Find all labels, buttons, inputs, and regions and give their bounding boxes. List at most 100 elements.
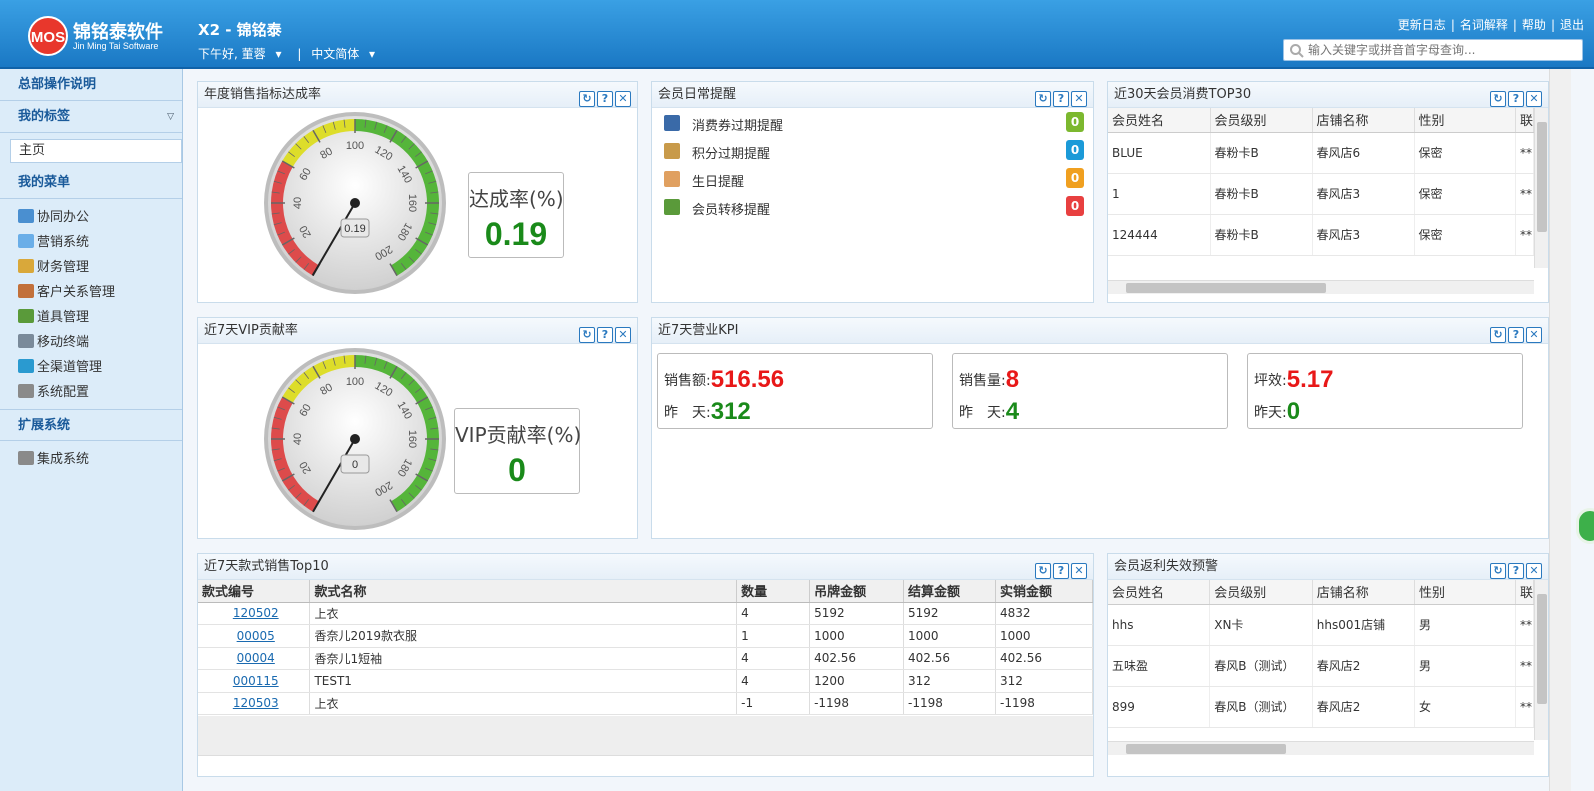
sidebar-section-help[interactable]: 总部操作说明 xyxy=(0,69,182,101)
table-row[interactable]: 120503 上衣 -1 -1198 -1198 -1198 xyxy=(198,692,1093,715)
table-header-row: 款式编号 款式名称 数量 吊牌金额 结算金额 实销金额 xyxy=(198,580,1093,603)
style-code-link[interactable]: 120502 xyxy=(233,606,279,620)
close-icon[interactable]: ✕ xyxy=(1071,91,1087,107)
sidebar-item[interactable]: 协同办公 xyxy=(18,205,182,230)
close-icon[interactable]: ✕ xyxy=(1526,563,1542,579)
table-cell: 保密 xyxy=(1414,214,1516,256)
floating-side-button[interactable] xyxy=(1576,508,1594,544)
panel-annual-sales: 年度销售指标达成率 ↻? ✕ 20 40 60 80 100 120 140 160 180 200… xyxy=(197,81,638,303)
language-dropdown[interactable]: 中文简体 ▾ xyxy=(311,47,381,61)
search-box xyxy=(1283,39,1583,61)
reminder-item[interactable]: 生日提醒 0 xyxy=(664,166,1084,192)
reminder-item[interactable]: 会员转移提醒 0 xyxy=(664,194,1084,220)
table-row[interactable]: 1 春粉卡B 春风店3 保密 ** xyxy=(1108,173,1535,215)
table-row[interactable]: hhs XN卡 hhs001店铺男 ** xyxy=(1108,604,1535,646)
table-row[interactable]: 00004 香奈儿1短袖 4 402.56 402.56 402.56 xyxy=(198,647,1093,670)
column-header[interactable]: 结算金额 xyxy=(903,580,996,603)
refresh-icon[interactable]: ↻ xyxy=(579,91,595,107)
style-code-link[interactable]: 00005 xyxy=(237,629,275,643)
style-code-link[interactable]: 000115 xyxy=(233,674,279,688)
sidebar-item[interactable]: 系统配置 xyxy=(18,380,182,405)
help-icon[interactable]: ? xyxy=(597,91,613,107)
help-icon[interactable]: ? xyxy=(1508,327,1524,343)
cell-value: 402.56 xyxy=(999,651,1042,666)
logo-mark: MOS xyxy=(28,16,68,56)
table-row[interactable]: 124444 春粉卡B 春风店3 保密 ** xyxy=(1108,214,1535,256)
logout-link[interactable]: 退出 xyxy=(1560,18,1584,32)
horizontal-scrollbar[interactable] xyxy=(1108,741,1534,755)
sidebar-item[interactable]: 全渠道管理 xyxy=(18,355,182,380)
close-icon[interactable]: ✕ xyxy=(615,91,631,107)
column-header[interactable]: 会员姓名 xyxy=(1108,108,1211,133)
vip-gauge: 20406080 100 1201401601802000 xyxy=(264,348,446,530)
table-row[interactable]: 00005 香奈儿2019款衣服 1 1000 1000 1000 xyxy=(198,624,1093,648)
column-header[interactable]: 吊牌金额 xyxy=(809,580,905,603)
table-row[interactable]: 000115 TEST1 4 1200 312 312 xyxy=(198,669,1093,693)
tag-home[interactable]: 主页 xyxy=(10,139,182,163)
column-header[interactable]: 款式编号 xyxy=(198,580,311,603)
sidebar-item[interactable]: 集成系统 xyxy=(18,447,182,472)
panel-vip-contribution: 近7天VIP贡献率 ↻? ✕ 20 40 60 80 100 120 140 160 180 200… xyxy=(197,317,638,539)
column-header[interactable]: 款式名称 xyxy=(309,580,738,603)
close-icon[interactable]: ✕ xyxy=(1526,327,1542,343)
annual-rate-box: 达成率(%) 0.19 xyxy=(468,172,564,258)
column-header[interactable]: 联 xyxy=(1515,108,1535,133)
column-header[interactable]: 会员级别 xyxy=(1210,108,1313,133)
refresh-icon[interactable]: ↻ xyxy=(1490,91,1506,107)
close-icon[interactable]: ✕ xyxy=(615,327,631,343)
sidebar-item[interactable]: 营销系统 xyxy=(18,230,182,255)
refresh-icon[interactable]: ↻ xyxy=(1490,327,1506,343)
column-header[interactable]: 性别 xyxy=(1414,108,1516,133)
close-icon[interactable]: ✕ xyxy=(1526,91,1542,107)
column-header[interactable]: 实销金额 xyxy=(995,580,1093,603)
refresh-icon[interactable]: ↻ xyxy=(1035,91,1051,107)
column-header[interactable]: 会员姓名 xyxy=(1108,580,1211,605)
help-link[interactable]: 帮助 xyxy=(1522,18,1546,32)
sidebar-item[interactable]: 道具管理 xyxy=(18,305,182,330)
column-header[interactable]: 联 xyxy=(1515,580,1535,605)
column-header[interactable]: 性别 xyxy=(1414,580,1516,605)
sidebar-section-menu[interactable]: 我的菜单 xyxy=(0,167,182,199)
table-cell: TEST1 xyxy=(309,669,738,693)
style-code-link[interactable]: 00004 xyxy=(237,651,275,665)
help-icon[interactable]: ? xyxy=(1053,563,1069,579)
sidebar-item[interactable]: 移动终端 xyxy=(18,330,182,355)
table-cell: 春粉卡B xyxy=(1210,214,1313,256)
reminder-label: 生日提醒 xyxy=(692,175,745,190)
search-input[interactable] xyxy=(1308,42,1578,58)
help-icon[interactable]: ? xyxy=(1508,563,1524,579)
vertical-scrollbar[interactable] xyxy=(1534,580,1548,740)
reminder-item[interactable]: 消费券过期提醒 0 xyxy=(664,110,1084,136)
close-icon[interactable]: ✕ xyxy=(1071,563,1087,579)
help-icon[interactable]: ? xyxy=(1508,91,1524,107)
table-row[interactable]: BLUE 春粉卡B 春风店6 保密 ** xyxy=(1108,132,1535,174)
table-row[interactable]: 899 春风B（测试） 春风店2 女 ** xyxy=(1108,686,1535,728)
user-greeting-dropdown[interactable]: 下午好, 董蓉 ▾ xyxy=(198,47,288,61)
help-icon[interactable]: ? xyxy=(1053,91,1069,107)
sidebar-section-ext[interactable]: 扩展系统 xyxy=(0,409,182,441)
table-cell: 香奈儿1短袖 xyxy=(309,647,738,670)
sidebar-item[interactable]: 财务管理 xyxy=(18,255,182,280)
column-header[interactable]: 会员级别 xyxy=(1209,580,1313,605)
table-row[interactable]: 五味盈 春风B（测试） 春风店2 男 ** xyxy=(1108,645,1535,687)
sidebar-item-label: 全渠道管理 xyxy=(37,360,103,375)
column-header[interactable]: 数量 xyxy=(736,580,811,603)
sidebar-item[interactable]: 客户关系管理 xyxy=(18,280,182,305)
reminder-item[interactable]: 积分过期提醒 0 xyxy=(664,138,1084,164)
column-header[interactable]: 店铺名称 xyxy=(1312,580,1415,605)
page-scrollbar[interactable] xyxy=(1549,69,1571,791)
table-cell: 男 xyxy=(1414,604,1516,646)
horizontal-scrollbar[interactable] xyxy=(1108,280,1534,294)
style-code-link[interactable]: 120503 xyxy=(233,696,279,710)
refresh-icon[interactable]: ↻ xyxy=(1490,563,1506,579)
help-icon[interactable]: ? xyxy=(597,327,613,343)
gauge-tick-label: 100 xyxy=(346,140,364,152)
glossary-link[interactable]: 名词解释 xyxy=(1460,18,1508,32)
changelog-link[interactable]: 更新日志 xyxy=(1398,18,1446,32)
table-row[interactable]: 120502 上衣 4 5192 5192 4832 xyxy=(198,602,1093,625)
column-header[interactable]: 店铺名称 xyxy=(1312,108,1415,133)
vertical-scrollbar[interactable] xyxy=(1534,108,1548,268)
refresh-icon[interactable]: ↻ xyxy=(579,327,595,343)
refresh-icon[interactable]: ↻ xyxy=(1035,563,1051,579)
sidebar-section-tags[interactable]: 我的标签 ▽ xyxy=(0,101,182,133)
